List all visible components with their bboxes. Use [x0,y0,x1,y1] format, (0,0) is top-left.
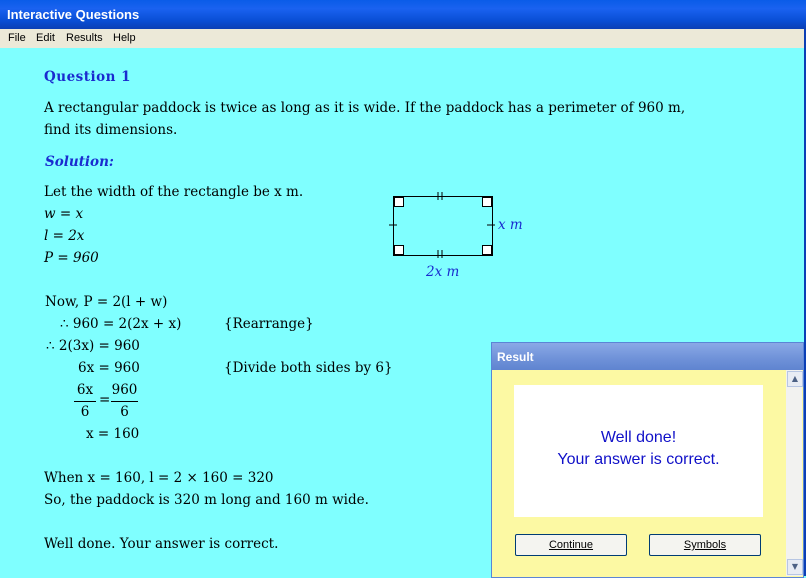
work-now: Now, P = 2(l + w) [45,294,168,310]
solution-heading: Solution: [45,154,114,170]
work-step2: ∴ 2(3x) = 960 [46,338,140,354]
fraction-left-numerator: 6x [76,382,94,398]
menu-file[interactable]: File [8,32,26,44]
result-message-box: Well done! Your answer is correct. [514,385,763,517]
result-message-line2: Your answer is correct. [557,451,720,468]
result-dialog-title: Result [497,350,534,364]
symbols-button[interactable]: Symbols [649,534,761,556]
feedback-line: Well done. Your answer is correct. [44,536,279,552]
fraction-right-numerator: 960 [111,382,138,398]
result-dialog-title-bar[interactable]: Result [492,343,803,370]
question-text-line1: A rectangular paddock is twice as long a… [44,100,686,116]
continue-button[interactable]: Continue [515,534,627,556]
title-bar: Interactive Questions [0,0,806,29]
conclusion-line: So, the paddock is 320 m long and 160 m … [44,492,369,508]
diagram-bottom-label: 2x m [426,264,460,280]
fraction-left-bar [74,401,96,402]
result-message-line1: Well done! [600,429,677,446]
solution-line-1: Let the width of the rectangle be x m. [44,184,304,200]
work-step3-note: {Divide both sides by 6} [224,360,393,376]
scroll-down-icon[interactable]: ▼ [787,559,803,575]
question-heading: Question 1 [44,69,132,85]
menu-bar: File Edit Results Help [0,29,806,48]
solution-line-3: l = 2x [44,228,85,244]
symbols-button-label: Symbols [683,539,727,551]
work-step5: x = 160 [86,426,140,442]
dialog-scrollbar[interactable]: ▲ ▼ [786,370,803,576]
work-step1-note: {Rearrange} [224,316,314,332]
fraction-equals: = [99,392,111,408]
solution-line-4: P = 960 [44,250,99,266]
when-line: When x = 160, l = 2 × 160 = 320 [44,470,274,486]
scroll-up-icon[interactable]: ▲ [787,371,803,387]
window-title: Interactive Questions [7,7,140,22]
work-step3: 6x = 960 [78,360,140,376]
menu-help[interactable]: Help [113,32,136,44]
continue-button-label: Continue [548,539,594,551]
menu-edit[interactable]: Edit [36,32,55,44]
question-text-line2: find its dimensions. [44,122,178,138]
result-dialog: Result Well done! Your answer is correct… [491,342,804,578]
fraction-right-denominator: 6 [120,404,129,420]
diagram-side-label: x m [498,217,523,233]
solution-line-2: w = x [44,206,84,222]
fraction-right-bar [111,401,138,402]
menu-results[interactable]: Results [66,32,103,44]
diagram-tick-marks [389,192,495,258]
work-step1: ∴ 960 = 2(2x + x) [60,316,182,332]
fraction-left-denominator: 6 [80,404,90,420]
